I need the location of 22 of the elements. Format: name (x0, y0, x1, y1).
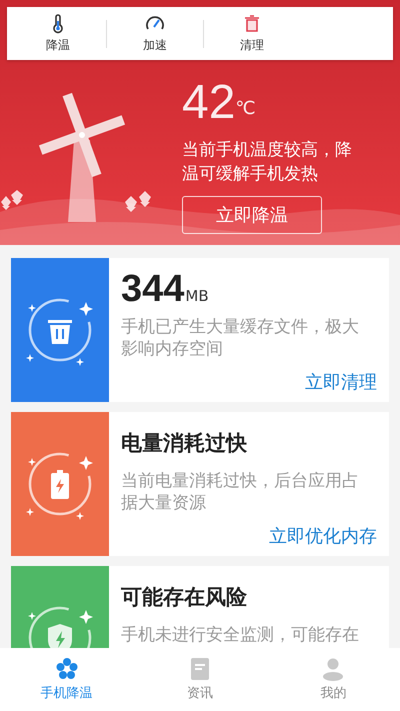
card-description: 当前电量消耗过快，后台应用占据大量资源 (121, 470, 360, 514)
card-description: 手机已产生大量缓存文件，极大影响内存空间 (121, 316, 360, 360)
card-title: 电量消耗过快 (121, 430, 248, 457)
cache-unit: MB (185, 287, 209, 305)
card-action-link[interactable]: 立即优化内存 (269, 524, 377, 548)
tab-bar-item[interactable]: 手机降温 (0, 648, 134, 711)
flower-icon (54, 657, 79, 681)
tab-bar-item[interactable]: 我的 (266, 648, 400, 711)
user-icon (321, 657, 346, 681)
toolbar-button[interactable]: 降温 (13, 10, 103, 58)
temperature-message: 当前手机温度较高，降温可缓解手机发热 (182, 139, 353, 186)
card-action-link[interactable]: 立即清理 (305, 370, 377, 394)
toolbar-button[interactable]: 加速 (110, 10, 200, 58)
trash-icon (242, 14, 262, 34)
tab-bar-item[interactable]: 资讯 (133, 648, 267, 711)
card-description: 手机未进行安全监测，可能存在 (121, 624, 360, 646)
card-title: 可能存在风险 (121, 584, 248, 611)
temperature-unit: ℃ (235, 98, 256, 119)
cache-size: 344 (121, 268, 184, 311)
temperature-value: 42 (182, 78, 236, 128)
cool-down-button[interactable]: 立即降温 (182, 196, 322, 234)
toolbar-button[interactable]: 清理 (207, 10, 297, 58)
